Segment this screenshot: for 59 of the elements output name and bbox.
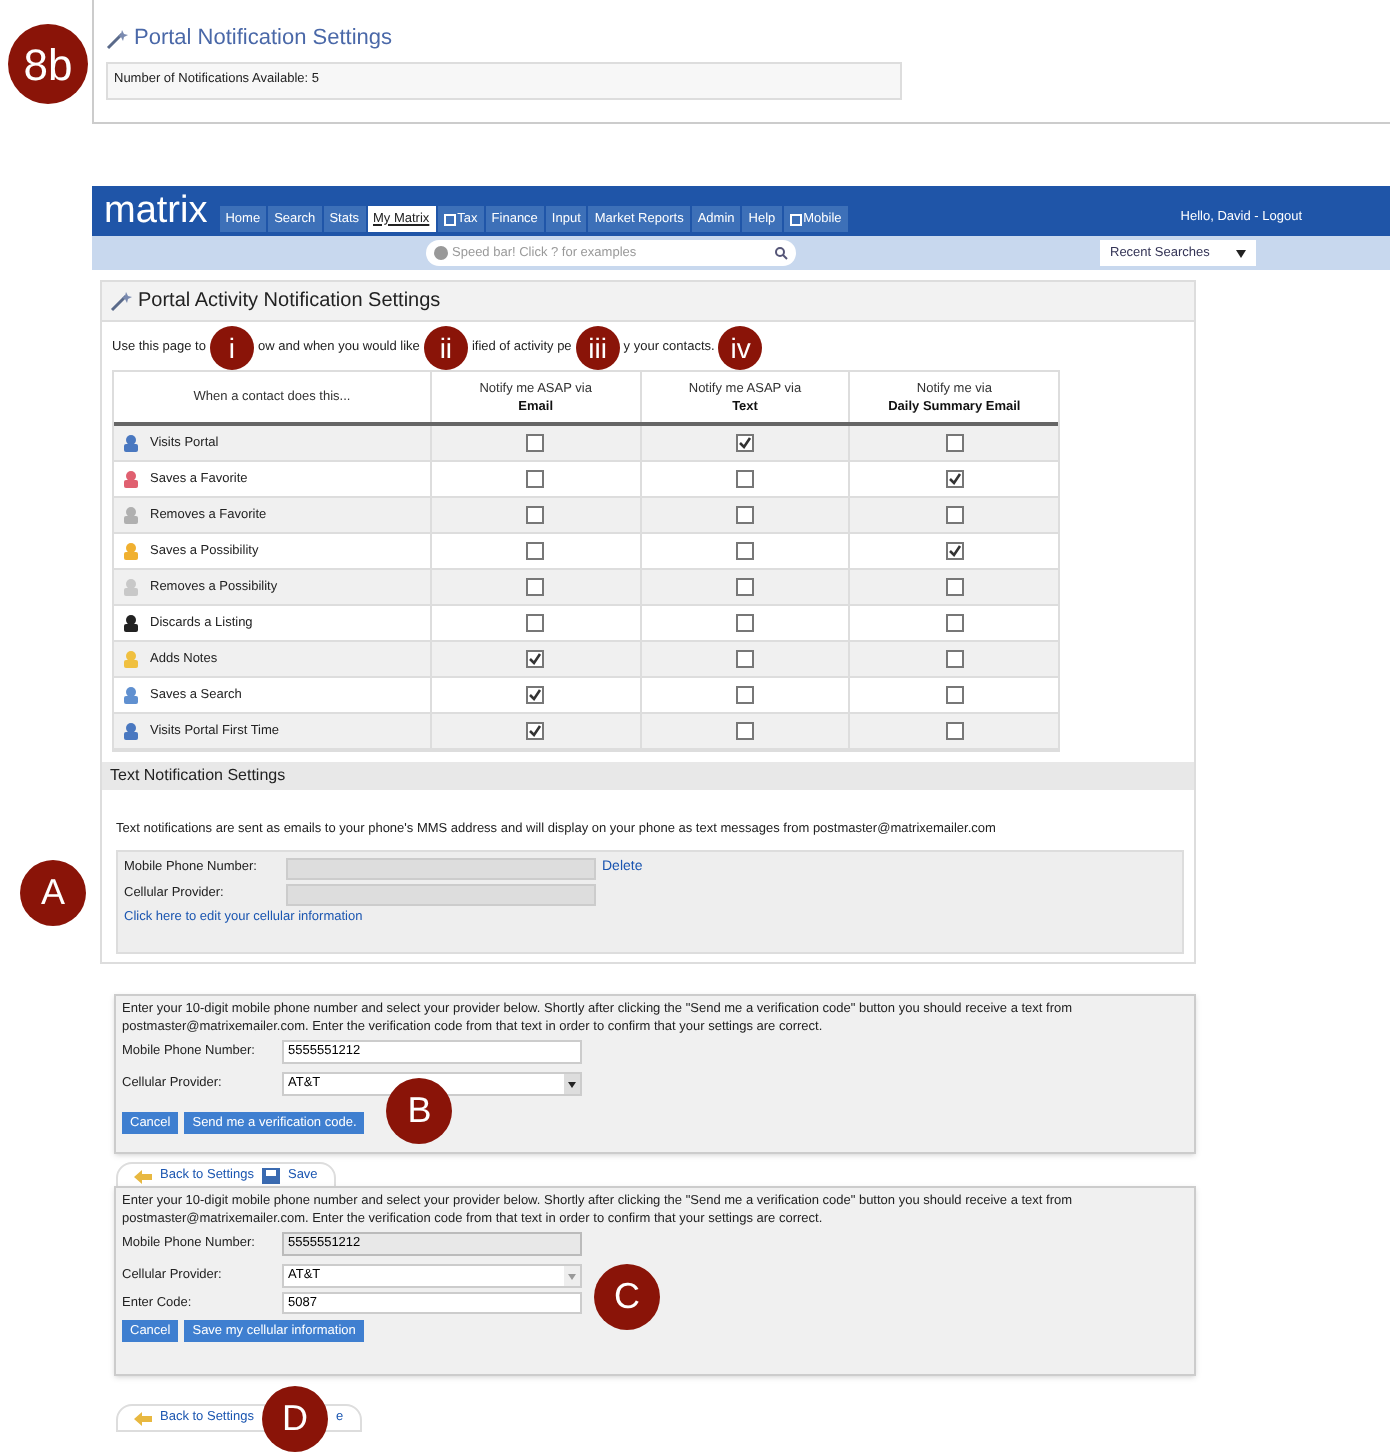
activity-icon — [122, 506, 140, 524]
help-icon — [434, 246, 448, 260]
checkbox[interactable] — [736, 506, 754, 524]
checkbox[interactable] — [945, 578, 964, 596]
callout-marker: iii — [575, 326, 620, 370]
activity-icon — [122, 614, 140, 632]
checkbox[interactable] — [736, 470, 754, 488]
activity-icon — [122, 686, 140, 704]
checkbox[interactable] — [945, 542, 964, 560]
checkbox[interactable] — [526, 578, 545, 596]
activity-icon — [122, 722, 140, 740]
activity-icon — [122, 578, 140, 596]
callout-marker: A — [20, 860, 86, 926]
wand-icon — [110, 290, 132, 312]
checkbox[interactable] — [945, 686, 964, 704]
activity-icon — [122, 650, 140, 668]
arrow-left-icon — [134, 1169, 152, 1183]
caret-icon — [564, 1074, 580, 1094]
callout-marker: ii — [423, 326, 468, 370]
checkbox[interactable] — [526, 542, 545, 560]
callout-marker: iv — [718, 326, 763, 370]
checkbox[interactable] — [945, 722, 964, 740]
checkbox[interactable] — [526, 614, 545, 632]
checkbox[interactable] — [526, 722, 545, 740]
checkbox[interactable] — [736, 686, 754, 704]
activity-icon — [122, 542, 140, 560]
caret-icon — [564, 1266, 580, 1286]
callout-marker: D — [261, 1385, 328, 1451]
callout-marker: C — [594, 1264, 660, 1330]
panel-header: Text Notification Settings — [102, 762, 1194, 790]
checkbox[interactable] — [526, 650, 545, 668]
activity-icon — [122, 434, 140, 452]
callout-marker: 8b — [8, 24, 88, 104]
checkbox[interactable] — [526, 686, 545, 704]
arrow-left-icon — [134, 1411, 152, 1425]
section-title: Portal Notification Settings — [134, 24, 393, 54]
checkbox[interactable] — [945, 650, 964, 668]
activity-icon — [122, 470, 140, 488]
checkbox[interactable] — [736, 542, 754, 560]
checkbox[interactable] — [526, 506, 545, 524]
save-icon — [261, 1168, 280, 1184]
checkbox[interactable] — [526, 434, 545, 452]
checkbox[interactable] — [736, 578, 754, 596]
callout-marker: B — [386, 1078, 453, 1144]
search-icon — [774, 246, 788, 260]
checkbox[interactable] — [526, 470, 545, 488]
checkbox[interactable] — [945, 506, 964, 524]
checkbox[interactable] — [736, 614, 754, 632]
checkbox[interactable] — [945, 614, 964, 632]
logo: matrix — [104, 192, 208, 230]
section-title: Portal Activity Notification Settings — [138, 288, 441, 316]
checkbox[interactable] — [945, 470, 964, 488]
checkbox[interactable] — [736, 434, 754, 452]
checkbox[interactable] — [736, 650, 754, 668]
callout-marker: i — [209, 326, 254, 370]
checkbox[interactable] — [945, 434, 964, 452]
checkbox[interactable] — [736, 722, 754, 740]
wand-icon — [106, 27, 128, 50]
caret-icon — [1236, 249, 1246, 257]
